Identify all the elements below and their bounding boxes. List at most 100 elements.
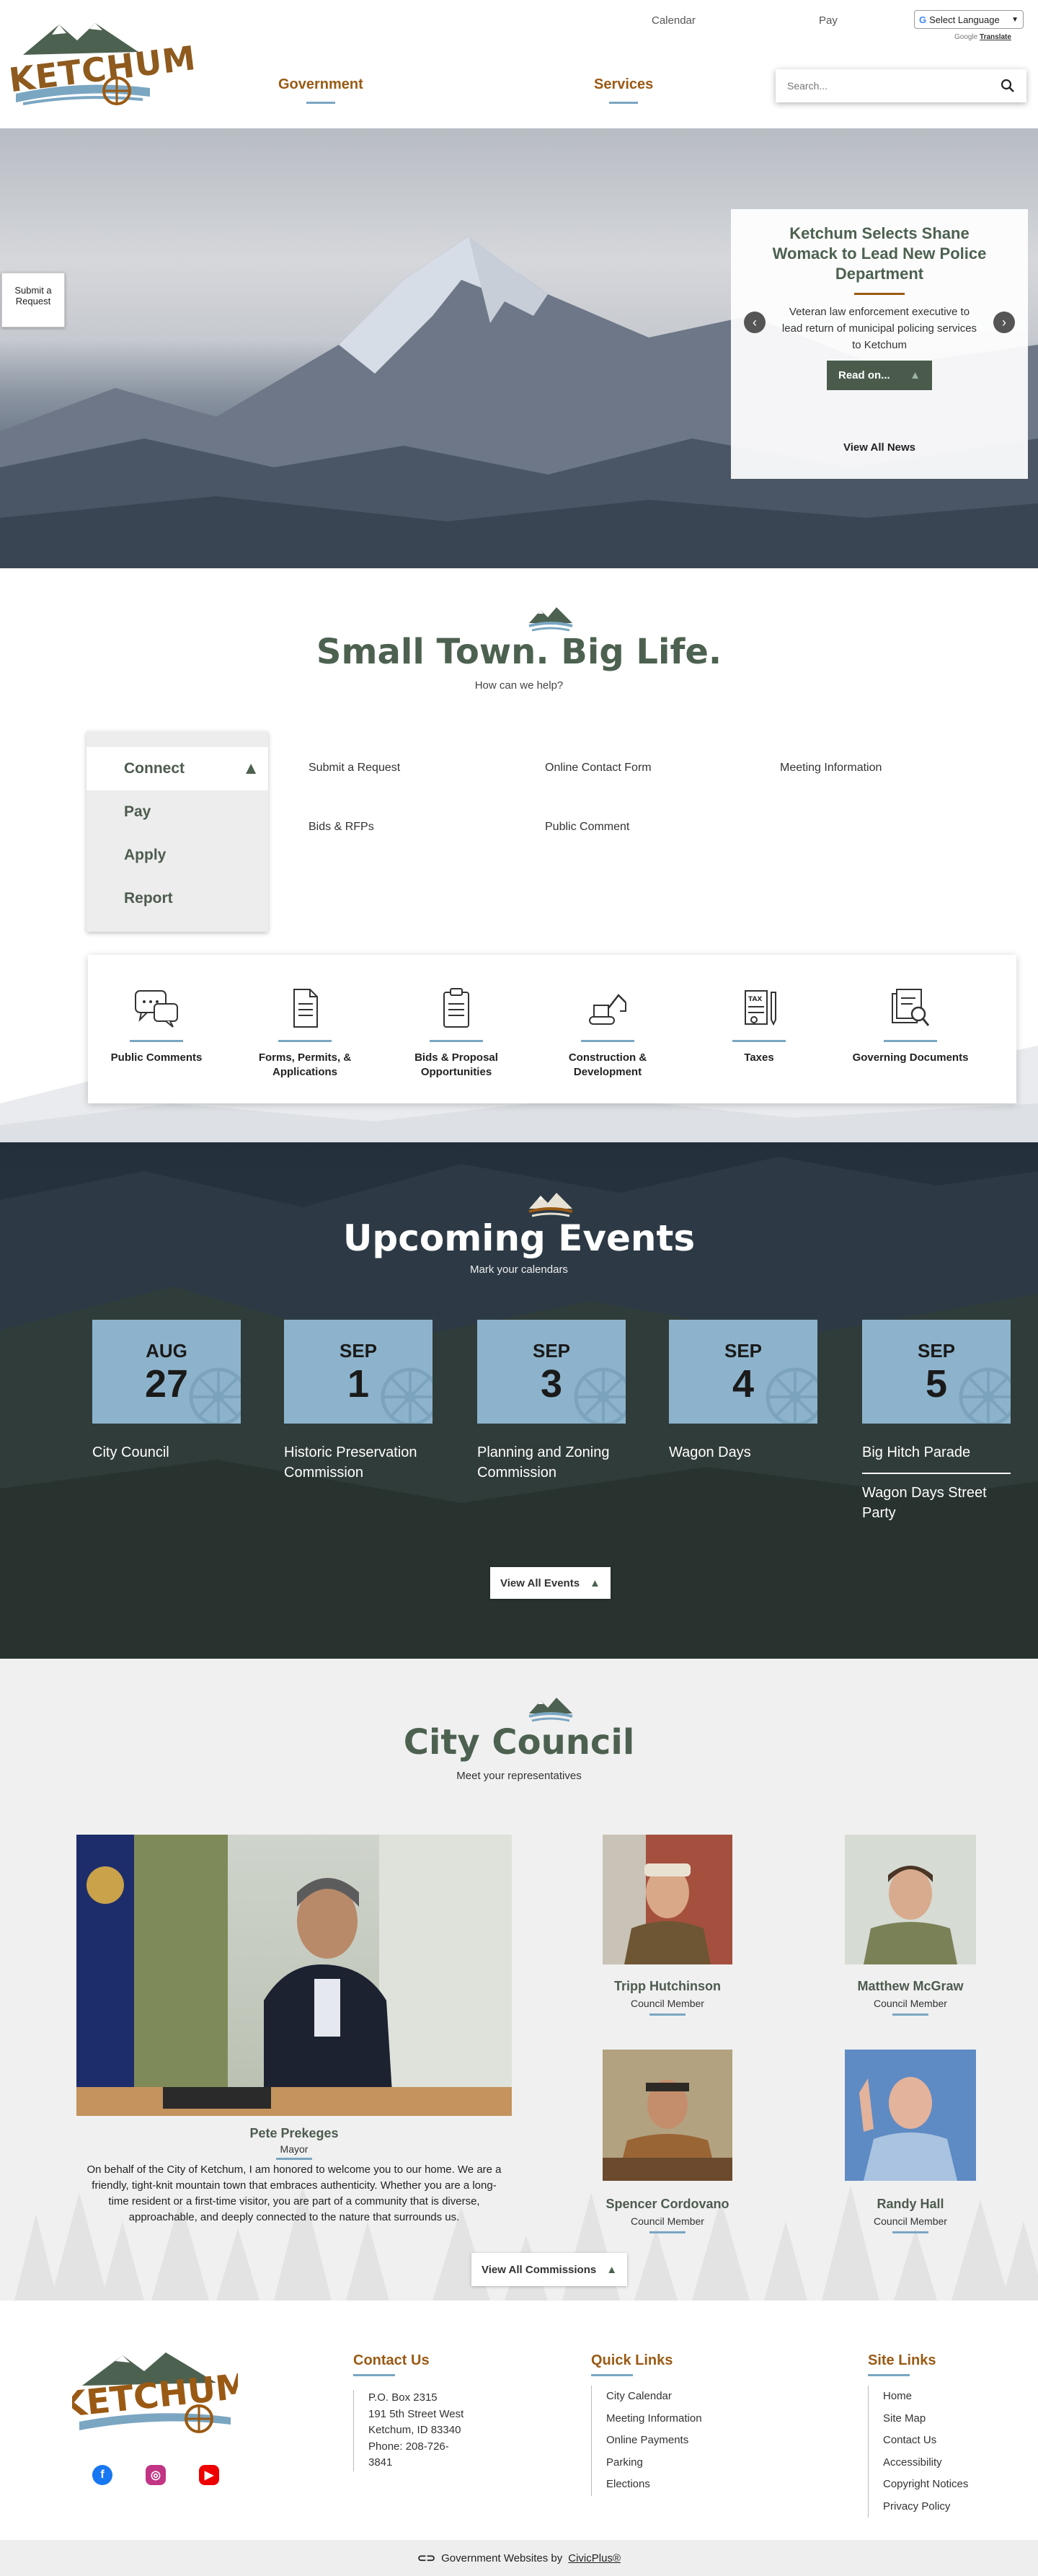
- events-subtitle: Mark your calendars: [470, 1263, 568, 1276]
- event-card[interactable]: AUG 27 City Council: [92, 1320, 241, 1463]
- nav-underline: [609, 102, 639, 104]
- read-on-button[interactable]: Read on... ▲: [827, 361, 932, 390]
- news-title[interactable]: Ketchum Selects Shane Womack to Lead New…: [760, 224, 999, 284]
- calendar-link[interactable]: Calendar: [652, 14, 696, 27]
- member-portrait-image: [603, 1835, 732, 1964]
- council-subtitle: Meet your representatives: [456, 1770, 582, 1782]
- category-bids-proposals[interactable]: Bids & Proposal Opportunities: [388, 955, 525, 1103]
- event-card[interactable]: SEP 4 Wagon Days: [669, 1320, 817, 1463]
- hero-banner: Submit a Request Ketchum Selects Shane W…: [0, 128, 1038, 568]
- help-link-public-comment[interactable]: Public Comment: [545, 821, 629, 834]
- help-link-submit-request[interactable]: Submit a Request: [309, 762, 400, 775]
- member-name[interactable]: Spencer Cordovano: [581, 2197, 754, 2212]
- category-governing-documents[interactable]: Governing Documents: [842, 955, 979, 1103]
- member-role: Council Member: [631, 2215, 704, 2227]
- category-public-comments[interactable]: Public Comments: [88, 955, 225, 1103]
- event-name[interactable]: Wagon Days Street Party: [862, 1483, 1011, 1523]
- site-header: KETCHUM Calendar Pay G Select Language ▼…: [0, 0, 1038, 128]
- event-date-tile: AUG 27: [92, 1320, 241, 1424]
- read-on-label: Read on...: [838, 369, 890, 381]
- instagram-icon[interactable]: ◎: [146, 2465, 166, 2485]
- mayor-name[interactable]: Pete Prekeges: [76, 2126, 512, 2141]
- tab-apply[interactable]: Apply: [86, 834, 268, 877]
- event-card[interactable]: SEP 1 Historic Preservation Commission: [284, 1320, 432, 1483]
- language-select[interactable]: G Select Language ▼: [914, 10, 1024, 29]
- pay-link[interactable]: Pay: [819, 14, 838, 27]
- phone-line[interactable]: Phone: 208-726-: [368, 2439, 463, 2456]
- credit-bar: ⊂⊃ Government Websites by CivicPlus®: [0, 2540, 1038, 2576]
- help-link-online-contact-form[interactable]: Online Contact Form: [545, 762, 652, 775]
- view-all-news-link[interactable]: View All News: [731, 441, 1028, 454]
- tab-connect[interactable]: Connect ▲: [86, 747, 268, 790]
- quick-links-underline: [591, 2374, 633, 2376]
- view-all-events-button[interactable]: View All Events ▲: [490, 1567, 611, 1599]
- member-name[interactable]: Randy Hall: [824, 2197, 997, 2212]
- quick-link-parking[interactable]: Parking: [606, 2452, 702, 2474]
- event-name[interactable]: Wagon Days: [669, 1442, 817, 1463]
- civicplus-link[interactable]: CivicPlus®: [568, 2552, 621, 2564]
- mountain-emblem-icon: [528, 1698, 573, 1722]
- mayor-photo[interactable]: [76, 1835, 512, 2116]
- quick-link-online-payments[interactable]: Online Payments: [606, 2430, 702, 2452]
- quick-link-elections[interactable]: Elections: [606, 2474, 702, 2496]
- site-link-accessibility[interactable]: Accessibility: [883, 2452, 968, 2474]
- category-construction[interactable]: Construction & Development: [539, 955, 676, 1103]
- nav-services[interactable]: Services: [594, 76, 653, 104]
- wagon-wheel-icon: [574, 1367, 626, 1424]
- chat-bubbles-icon: [135, 990, 178, 1028]
- council-member-photo[interactable]: [603, 2050, 732, 2181]
- site-link-copyright-notices[interactable]: Copyright Notices: [883, 2474, 968, 2496]
- previous-arrow-icon[interactable]: ‹: [744, 312, 766, 333]
- search-input[interactable]: Search...: [776, 69, 1026, 102]
- site-link-privacy-policy[interactable]: Privacy Policy: [883, 2496, 968, 2518]
- site-link-site-map[interactable]: Site Map: [883, 2408, 968, 2430]
- tree-icon: ▲: [606, 2263, 618, 2276]
- phone-line[interactable]: 3841: [368, 2455, 463, 2471]
- site-link-home[interactable]: Home: [883, 2386, 968, 2408]
- event-card[interactable]: SEP 3 Planning and Zoning Commission: [477, 1320, 626, 1483]
- next-arrow-icon[interactable]: ›: [993, 312, 1015, 333]
- council-member-photo[interactable]: [845, 1835, 976, 1964]
- submit-request-button[interactable]: Submit a Request: [1, 273, 65, 327]
- member-name[interactable]: Tripp Hutchinson: [581, 1979, 754, 1994]
- document-search-icon: [892, 989, 930, 1026]
- chevron-down-icon: ▼: [1011, 15, 1019, 24]
- member-role: Council Member: [874, 2215, 947, 2227]
- ketchum-logo[interactable]: KETCHUM: [6, 19, 198, 115]
- council-member-photo[interactable]: [845, 2050, 976, 2181]
- tab-connect-label: Connect: [124, 760, 185, 777]
- member-name[interactable]: Matthew McGraw: [824, 1979, 997, 1994]
- help-link-meeting-information[interactable]: Meeting Information: [780, 762, 882, 775]
- search-icon[interactable]: [1001, 79, 1015, 93]
- mountain-emblem-icon: [525, 603, 577, 633]
- member-portrait-image: [845, 2050, 976, 2181]
- quick-link-city-calendar[interactable]: City Calendar: [606, 2386, 702, 2408]
- site-link-contact-us[interactable]: Contact Us: [883, 2430, 968, 2452]
- event-name[interactable]: Planning and Zoning Commission: [477, 1442, 626, 1483]
- view-all-commissions-button[interactable]: View All Commissions ▲: [471, 2253, 628, 2286]
- council-title: City Council: [403, 1722, 635, 1763]
- event-name[interactable]: Historic Preservation Commission: [284, 1442, 432, 1483]
- event-name[interactable]: City Council: [92, 1442, 241, 1463]
- tree-icon: ▲: [242, 759, 260, 778]
- tab-report[interactable]: Report: [86, 877, 268, 920]
- language-select-label: Select Language: [929, 14, 1000, 25]
- wagon-wheel-icon: [766, 1367, 817, 1424]
- council-member-photo[interactable]: [603, 1835, 732, 1964]
- event-date-tile: SEP 5: [862, 1320, 1011, 1424]
- mountain-emblem-icon: [528, 1193, 573, 1217]
- category-taxes[interactable]: TAX Taxes: [691, 955, 828, 1103]
- help-link-bids-rfps[interactable]: Bids & RFPs: [309, 821, 374, 834]
- translate-link[interactable]: Translate: [980, 33, 1011, 41]
- tab-pay[interactable]: Pay: [86, 790, 268, 834]
- event-month: SEP: [724, 1340, 763, 1362]
- event-card[interactable]: SEP 5 Big Hitch Parade Wagon Days Street…: [862, 1320, 1011, 1523]
- youtube-icon[interactable]: ▶: [199, 2465, 219, 2485]
- quick-link-meeting-information[interactable]: Meeting Information: [606, 2408, 702, 2430]
- category-forms-permits[interactable]: Forms, Permits, & Applications: [236, 955, 373, 1103]
- tree-icon: ▲: [590, 1576, 600, 1589]
- event-name[interactable]: Big Hitch Parade: [862, 1442, 1011, 1463]
- footer-logo[interactable]: KETCHUM: [58, 2347, 252, 2440]
- facebook-icon[interactable]: f: [92, 2465, 112, 2485]
- nav-government[interactable]: Government: [278, 76, 363, 104]
